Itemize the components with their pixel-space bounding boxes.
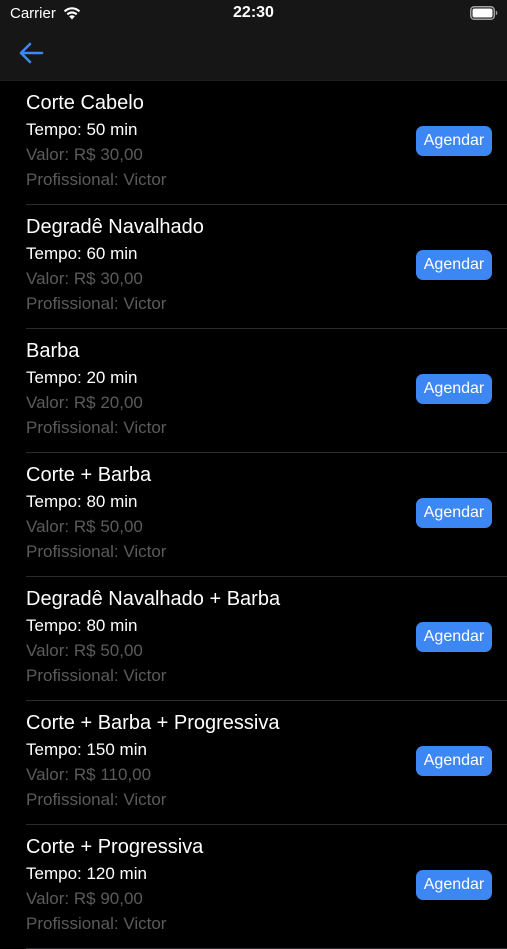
service-name: Degradê Navalhado (26, 216, 204, 238)
service-professional: Profissional: Victor (26, 666, 167, 685)
service-time: Tempo: 150 min (26, 740, 147, 759)
list-item: Degradê Navalhado + Barba Tempo: 80 min … (26, 577, 507, 701)
list-item: Corte + Progressiva Tempo: 120 min Valor… (26, 825, 507, 949)
schedule-button[interactable]: Agendar (416, 374, 492, 404)
schedule-button[interactable]: Agendar (416, 250, 492, 280)
list-item: Corte + Barba Tempo: 80 min Valor: R$ 50… (26, 453, 507, 577)
list-item: Barba Tempo: 20 min Valor: R$ 20,00 Prof… (26, 329, 507, 453)
list-item: Degradê Navalhado Tempo: 60 min Valor: R… (26, 205, 507, 329)
service-name: Corte Cabelo (26, 92, 144, 114)
service-price: Valor: R$ 50,00 (26, 641, 143, 660)
services-list: Corte Cabelo Tempo: 50 min Valor: R$ 30,… (0, 81, 507, 949)
service-professional: Profissional: Victor (26, 914, 167, 933)
status-bar: Carrier 22:30 (0, 0, 507, 28)
service-name: Corte + Barba (26, 464, 152, 486)
service-time: Tempo: 80 min (26, 492, 138, 511)
service-price: Valor: R$ 110,00 (26, 765, 152, 784)
schedule-button[interactable]: Agendar (416, 498, 492, 528)
service-professional: Profissional: Victor (26, 542, 167, 561)
service-name: Barba (26, 340, 80, 362)
service-name: Corte + Barba + Progressiva (26, 712, 280, 734)
service-time: Tempo: 60 min (26, 244, 138, 263)
service-price: Valor: R$ 20,00 (26, 393, 143, 412)
service-professional: Profissional: Victor (26, 170, 167, 189)
battery-icon (470, 6, 498, 20)
service-time: Tempo: 50 min (26, 120, 138, 139)
list-item: Corte Cabelo Tempo: 50 min Valor: R$ 30,… (26, 81, 507, 205)
service-name: Degradê Navalhado + Barba (26, 588, 281, 610)
service-professional: Profissional: Victor (26, 294, 167, 313)
service-name: Corte + Progressiva (26, 836, 204, 858)
schedule-button[interactable]: Agendar (416, 622, 492, 652)
service-professional: Profissional: Victor (26, 790, 167, 809)
service-price: Valor: R$ 30,00 (26, 269, 143, 288)
service-price: Valor: R$ 30,00 (26, 145, 143, 164)
schedule-button[interactable]: Agendar (416, 746, 492, 776)
arrow-left-icon (19, 42, 44, 64)
schedule-button[interactable]: Agendar (416, 870, 492, 900)
service-price: Valor: R$ 90,00 (26, 889, 143, 908)
navigation-bar (0, 28, 507, 81)
status-time: 22:30 (233, 4, 274, 21)
schedule-button[interactable]: Agendar (416, 126, 492, 156)
back-button[interactable] (12, 36, 50, 70)
service-time: Tempo: 80 min (26, 616, 138, 635)
service-time: Tempo: 20 min (26, 368, 138, 387)
list-item: Corte + Barba + Progressiva Tempo: 150 m… (26, 701, 507, 825)
service-time: Tempo: 120 min (26, 864, 147, 883)
service-price: Valor: R$ 50,00 (26, 517, 143, 536)
service-professional: Profissional: Victor (26, 418, 167, 437)
